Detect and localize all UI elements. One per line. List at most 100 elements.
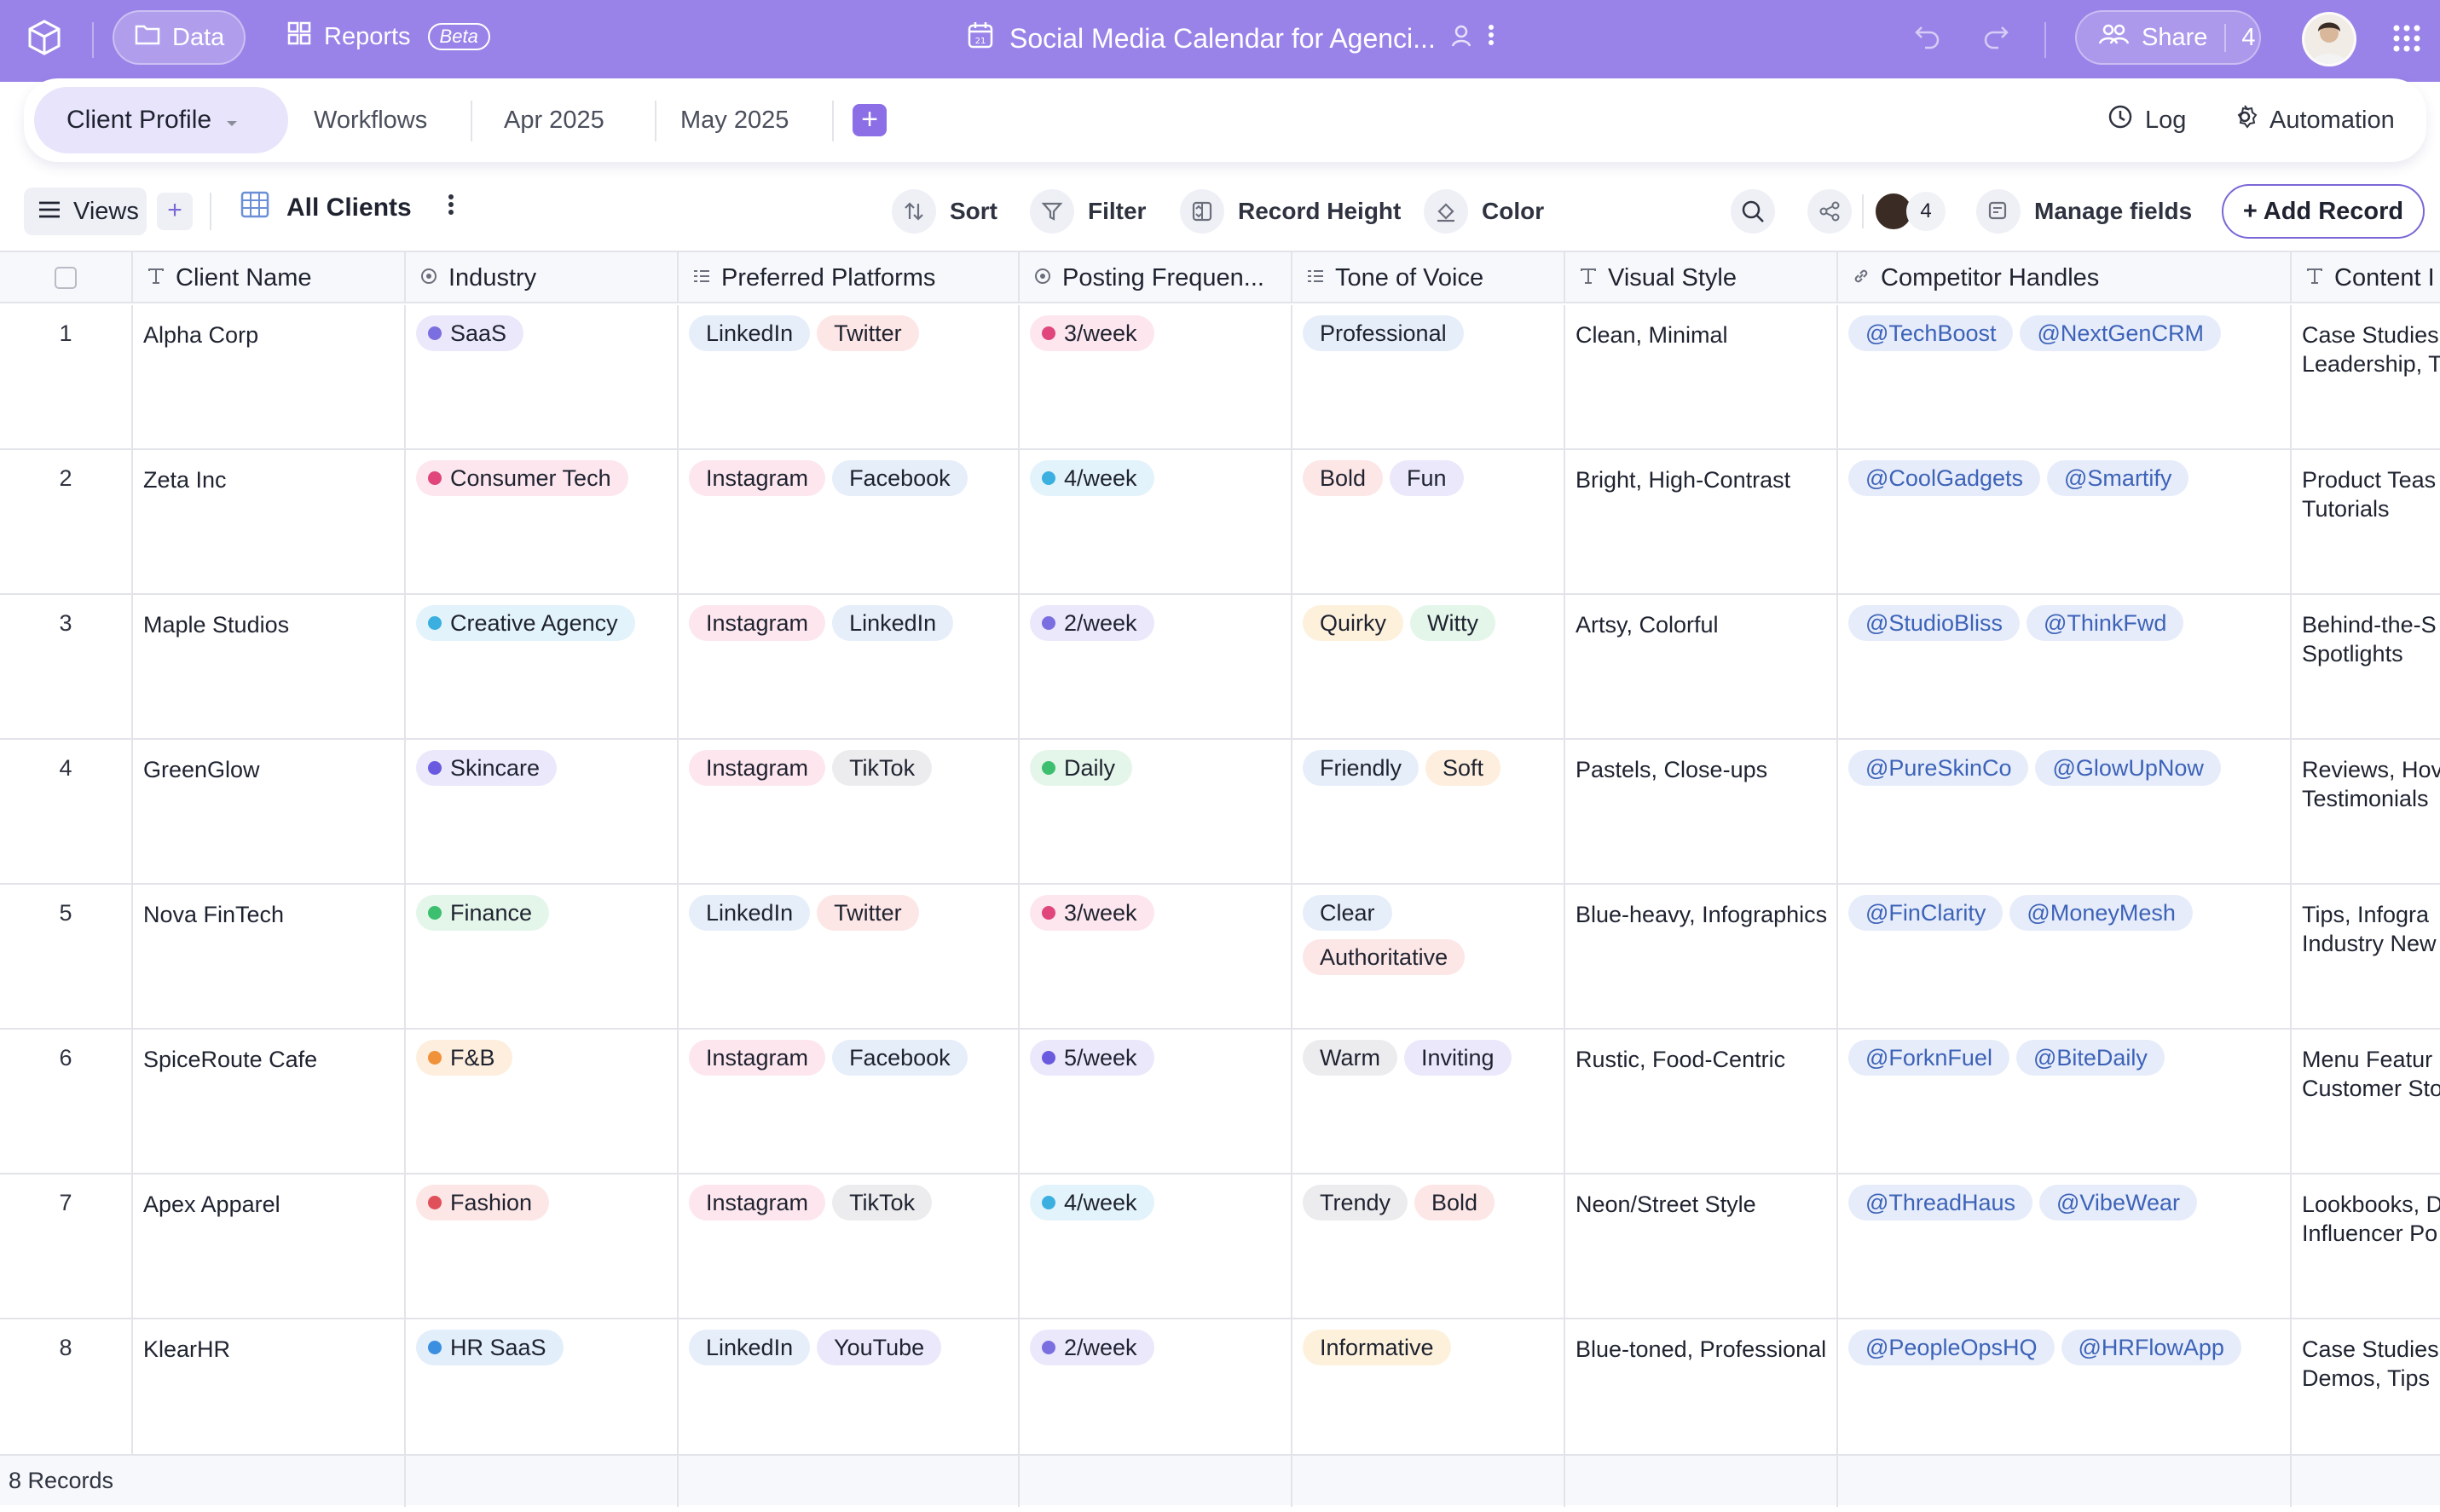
tag[interactable]: 4/week [1030,1185,1154,1221]
tab-may-2025[interactable]: May 2025 [680,78,789,162]
competitor-handles-cell[interactable]: @ThreadHaus @VibeWear [1838,1174,2292,1319]
tag[interactable]: Soft [1425,750,1501,786]
tag[interactable]: Fun [1390,460,1464,496]
platforms-cell[interactable]: LinkedIn YouTube [679,1319,1020,1464]
sort-button[interactable]: Sort [892,184,997,239]
frequency-cell[interactable]: Daily [1020,740,1292,885]
tag[interactable]: 3/week [1030,895,1154,931]
share-button[interactable]: Share 4 [2075,10,2261,65]
tag[interactable]: HR SaaS [416,1330,564,1365]
select-all-checkbox[interactable] [55,267,77,289]
tag[interactable]: Informative [1303,1330,1451,1365]
tag[interactable]: Finance [416,895,550,931]
frequency-cell[interactable]: 3/week [1020,885,1292,1030]
competitor-handles-cell[interactable]: @CoolGadgets @Smartify [1838,450,2292,595]
content-cell[interactable]: Menu Featur Customer Sto [2292,1030,2440,1174]
tag[interactable]: @PeopleOpsHQ [1848,1330,2055,1365]
column-header-competitor-handles[interactable]: Competitor Handles [1838,252,2292,303]
column-header-client-name[interactable]: Client Name [133,252,406,303]
visual-style-cell[interactable]: Rustic, Food-Centric [1565,1030,1838,1174]
tag[interactable]: LinkedIn [832,605,954,641]
tag[interactable]: @StudioBliss [1848,605,2020,641]
column-header-visual-style[interactable]: Visual Style [1565,252,1838,303]
tag[interactable]: TikTok [832,750,933,786]
tag[interactable]: @CoolGadgets [1848,460,2041,496]
industry-cell[interactable]: Creative Agency [406,595,679,740]
tab-client-profile[interactable]: Client Profile [34,87,288,153]
client-name-cell[interactable]: KlearHR [133,1319,406,1464]
current-view[interactable]: All Clients [240,191,454,225]
tag[interactable]: Consumer Tech [416,460,628,496]
tag[interactable]: Witty [1410,605,1496,641]
industry-cell[interactable]: Skincare [406,740,679,885]
row-number-cell[interactable]: 6 [0,1030,133,1174]
row-number-cell[interactable]: 4 [0,740,133,885]
tag[interactable]: Twitter [817,895,919,931]
competitor-handles-cell[interactable]: @ForknFuel @BiteDaily [1838,1030,2292,1174]
record-height-button[interactable]: Record Height [1180,184,1401,239]
visual-style-cell[interactable]: Blue-heavy, Infographics [1565,885,1838,1030]
tag[interactable]: @PureSkinCo [1848,750,2029,786]
industry-cell[interactable]: Consumer Tech [406,450,679,595]
client-name-cell[interactable]: Maple Studios [133,595,406,740]
reports-button[interactable]: Reports Beta [286,20,490,53]
platforms-cell[interactable]: Instagram Facebook [679,1030,1020,1174]
content-cell[interactable]: Behind-the-S Spotlights [2292,595,2440,740]
more-icon[interactable] [1487,22,1495,55]
person-icon[interactable] [1451,23,1472,55]
platforms-cell[interactable]: Instagram TikTok [679,1174,1020,1319]
frequency-cell[interactable]: 2/week [1020,1319,1292,1464]
tag[interactable]: Friendly [1303,750,1419,786]
tag[interactable]: Fashion [416,1185,550,1221]
tag[interactable]: Creative Agency [416,605,635,641]
frequency-cell[interactable]: 2/week [1020,595,1292,740]
tag[interactable]: LinkedIn [689,315,811,351]
tag[interactable]: Facebook [832,1040,968,1076]
collaborators[interactable]: 4 [1807,184,1952,239]
visual-style-cell[interactable]: Artsy, Colorful [1565,595,1838,740]
column-header-frequency[interactable]: Posting Frequen... [1020,252,1292,303]
tag[interactable]: Professional [1303,315,1464,351]
views-button[interactable]: Views [24,188,147,235]
column-header-industry[interactable]: Industry [406,252,679,303]
tag[interactable]: Skincare [416,750,558,786]
industry-cell[interactable]: HR SaaS [406,1319,679,1464]
tone-cell[interactable]: Warm Inviting [1292,1030,1565,1174]
tag[interactable]: @BiteDaily [2015,1040,2165,1076]
client-name-cell[interactable]: GreenGlow [133,740,406,885]
content-cell[interactable]: Case Studies Leadership, T [2292,305,2440,450]
visual-style-cell[interactable]: Bright, High-Contrast [1565,450,1838,595]
column-header-platforms[interactable]: Preferred Platforms [679,252,1020,303]
tone-cell[interactable]: Professional [1292,305,1565,450]
tag[interactable]: SaaS [416,315,524,351]
content-cell[interactable]: Product Teas Tutorials [2292,450,2440,595]
table-row[interactable]: 1 Alpha Corp SaaS LinkedIn Twitter 3/week Prof… [0,305,2440,450]
tag[interactable]: @ThinkFwd [2026,605,2184,641]
tone-cell[interactable]: Bold Fun [1292,450,1565,595]
tag[interactable]: Authoritative [1303,939,1466,975]
tag[interactable]: F&B [416,1040,512,1076]
table-row[interactable]: 2 Zeta Inc Consumer Tech Instagram Facebook 4… [0,450,2440,595]
row-number-cell[interactable]: 3 [0,595,133,740]
competitor-handles-cell[interactable]: @StudioBliss @ThinkFwd [1838,595,2292,740]
visual-style-cell[interactable]: Clean, Minimal [1565,305,1838,450]
tag[interactable]: Facebook [832,460,968,496]
tag[interactable]: Inviting [1403,1040,1512,1076]
tag[interactable]: @NextGenCRM [2020,315,2221,351]
table-row[interactable]: 7 Apex Apparel Fashion Instagram TikTok 4/wee… [0,1174,2440,1319]
table-row[interactable]: 4 GreenGlow Skincare Instagram TikTok Daily Fr… [0,740,2440,885]
industry-cell[interactable]: Finance [406,885,679,1030]
tab-apr-2025[interactable]: Apr 2025 [504,78,604,162]
tag[interactable]: @VibeWear [2039,1185,2197,1221]
tag[interactable]: 2/week [1030,605,1154,641]
platforms-cell[interactable]: Instagram LinkedIn [679,595,1020,740]
column-header-tone[interactable]: Tone of Voice [1292,252,1565,303]
frequency-cell[interactable]: 5/week [1020,1030,1292,1174]
data-button[interactable]: Data [113,10,246,65]
table-row[interactable]: 5 Nova FinTech Finance LinkedIn Twitter 3/wee… [0,885,2440,1030]
tag[interactable]: Warm [1303,1040,1397,1076]
platforms-cell[interactable]: Instagram TikTok [679,740,1020,885]
tone-cell[interactable]: Quirky Witty [1292,595,1565,740]
tag[interactable]: @MoneyMesh [2009,895,2193,931]
visual-style-cell[interactable]: Neon/Street Style [1565,1174,1838,1319]
